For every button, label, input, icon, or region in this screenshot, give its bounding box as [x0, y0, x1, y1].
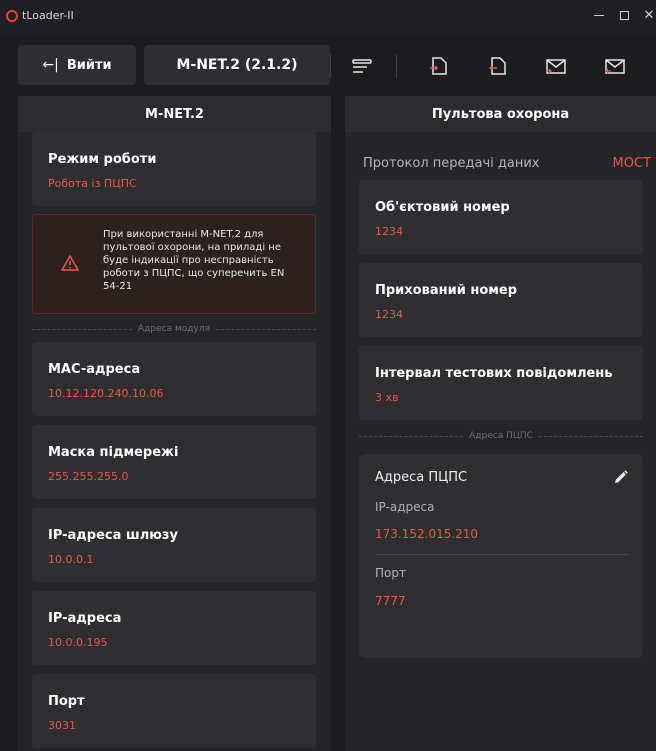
gateway-title: IP-адреса шлюзу [48, 528, 178, 543]
device-settings-panel: M-NET.2 Режим роботи Робота із ПЦПС При … [18, 96, 331, 751]
mac-address-title: MAC-адреса [48, 362, 141, 377]
port-value: 3031 [48, 719, 76, 732]
edit-pencil-icon[interactable] [613, 469, 629, 485]
panel-body: Протокол передачі даних МОСТ Об'єктовий … [345, 132, 656, 751]
monitoring-panel: Пультова охорона Протокол передачі даних… [345, 96, 656, 751]
hidden-number-card[interactable]: Прихований номер 1234 [359, 263, 643, 337]
mail-upload-icon[interactable] [604, 56, 626, 76]
maximize-icon [619, 11, 629, 20]
mode-value: Робота із ПЦПС [48, 177, 137, 190]
panel-body: Режим роботи Робота із ПЦПС При використ… [18, 132, 331, 751]
top-toolbar: ←| Вийти M-NET.2 (2.1.2) [0, 34, 656, 94]
config-list-icon[interactable] [351, 56, 373, 76]
device-name: M-NET.2 (2.1.2) [144, 45, 330, 85]
gateway-value: 10.0.0.1 [48, 553, 94, 566]
mac-address-card[interactable]: MAC-адреса 10.12.120.240.10.06 [32, 342, 316, 416]
mode-card[interactable]: Режим роботи Робота із ПЦПС [32, 132, 316, 206]
port-title: Порт [48, 694, 85, 709]
protocol-label: Протокол передачі даних [363, 156, 540, 171]
pcps-separator [375, 554, 629, 555]
exit-arrow-icon: ←| [42, 57, 59, 73]
subnet-mask-title: Маска підмережі [48, 445, 179, 460]
mode-title: Режим роботи [48, 152, 157, 167]
exit-button-label: Вийти [66, 57, 112, 73]
toolbar-divider [330, 54, 331, 78]
warning-box: При використанні M-NET.2 для пультової о… [32, 214, 316, 314]
subnet-mask-value: 255.255.255.0 [48, 470, 129, 483]
app-logo-icon [6, 10, 18, 22]
panel-title: Пультова охорона [431, 106, 570, 122]
pcps-address-title: Адреса ПЦПС [375, 470, 468, 485]
ip-address-title: IP-адреса [48, 611, 122, 626]
ip-address-value: 10.0.0.195 [48, 636, 108, 649]
subnet-mask-card[interactable]: Маска підмережі 255.255.255.0 [32, 425, 316, 499]
port-card[interactable]: Порт 3031 [32, 674, 316, 748]
protocol-value: МОСТ [612, 156, 651, 171]
test-interval-title: Інтервал тестових повідомлень [375, 366, 613, 381]
panel-title: M-NET.2 [145, 106, 204, 122]
pcps-address-card: Адреса ПЦПС IP-адреса 173.152.015.210 По… [359, 454, 643, 658]
title-bar: tLoader-II ✕ [0, 0, 656, 34]
window-title: tLoader-II [22, 9, 74, 22]
minimize-icon [594, 15, 604, 16]
object-number-title: Об'єктовий номер [375, 200, 510, 215]
pcps-ip-value: 173.152.015.210 [375, 527, 479, 541]
object-number-value: 1234 [375, 225, 403, 238]
pcps-address-divider: Адреса ПЦПС [359, 429, 644, 443]
warning-icon [61, 255, 79, 271]
pcps-port-value: 7777 [375, 594, 406, 608]
mail-download-icon[interactable] [545, 56, 567, 76]
hidden-number-value: 1234 [375, 308, 403, 321]
close-icon: ✕ [643, 8, 655, 23]
test-interval-card[interactable]: Інтервал тестових повідомлень 3 хв [359, 346, 643, 420]
pcps-port-label: Порт [375, 566, 406, 580]
close-button[interactable]: ✕ [634, 5, 656, 27]
file-download-icon[interactable] [428, 56, 450, 76]
ip-address-card[interactable]: IP-адреса 10.0.0.195 [32, 591, 316, 665]
exit-button[interactable]: ←| Вийти [18, 45, 136, 85]
gateway-card[interactable]: IP-адреса шлюзу 10.0.0.1 [32, 508, 316, 582]
module-address-divider: Адреса модуля [32, 322, 316, 336]
file-upload-icon[interactable] [487, 56, 509, 76]
test-interval-value: 3 хв [375, 391, 399, 404]
protocol-row[interactable]: Протокол передачі даних МОСТ [363, 156, 651, 174]
toolbar-divider [396, 54, 397, 78]
object-number-card[interactable]: Об'єктовий номер 1234 [359, 180, 643, 254]
warning-text: При використанні M-NET.2 для пультової о… [103, 229, 285, 292]
pcps-ip-label: IP-адреса [375, 500, 435, 514]
mac-address-value: 10.12.120.240.10.06 [48, 387, 164, 400]
hidden-number-title: Прихований номер [375, 283, 517, 298]
